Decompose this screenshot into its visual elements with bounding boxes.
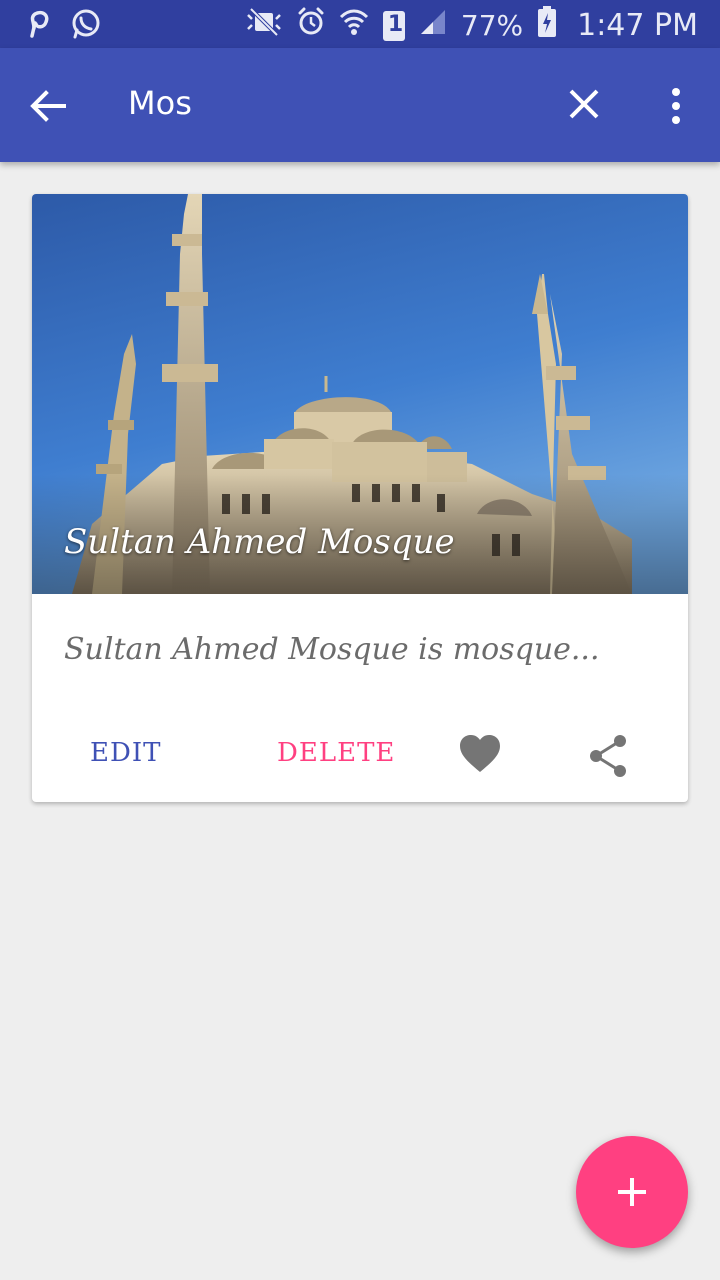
edit-button[interactable]: EDIT xyxy=(90,738,161,768)
clear-search-button[interactable] xyxy=(566,86,602,122)
search-toolbar xyxy=(0,48,720,162)
overflow-menu-icon xyxy=(672,88,680,124)
sim-icon: 1 xyxy=(382,10,405,41)
card-description: Sultan Ahmed Mosque is mosque... xyxy=(64,632,600,667)
favorite-button[interactable] xyxy=(458,734,502,774)
add-icon xyxy=(618,1178,646,1206)
share-button[interactable] xyxy=(588,734,628,778)
status-bar: 1 77% 1:47 PM xyxy=(0,0,720,48)
overflow-menu-button[interactable] xyxy=(666,86,686,126)
place-card[interactable]: Sultan Ahmed Mosque Sultan Ahmed Mosque … xyxy=(32,194,688,802)
search-input[interactable] xyxy=(128,84,508,122)
back-arrow-icon xyxy=(30,90,66,122)
clock: 1:47 PM xyxy=(577,8,698,43)
wifi-icon xyxy=(339,7,369,44)
add-place-fab[interactable] xyxy=(576,1136,688,1248)
system-icons: 1 77% 1:47 PM xyxy=(245,6,698,45)
whatsapp-icon xyxy=(70,8,102,44)
notification-icons xyxy=(22,8,102,44)
close-icon xyxy=(569,89,599,119)
back-button[interactable] xyxy=(28,86,68,126)
share-icon xyxy=(590,735,626,777)
alarm-icon xyxy=(297,7,325,44)
battery-icon xyxy=(537,6,557,45)
heart-icon xyxy=(460,735,500,772)
battery-percent: 77% xyxy=(460,9,524,42)
sim-slot-label: 1 xyxy=(387,11,404,37)
pinterest-icon xyxy=(22,9,52,43)
delete-button[interactable]: DELETE xyxy=(277,738,395,768)
card-title: Sultan Ahmed Mosque xyxy=(64,522,455,562)
mute-icon xyxy=(245,7,283,44)
signal-icon xyxy=(419,8,447,43)
